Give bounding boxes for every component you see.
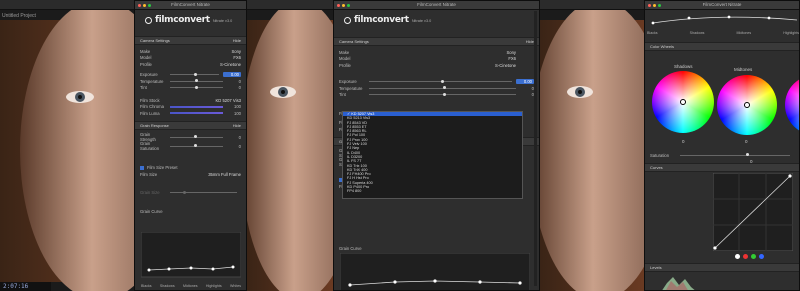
grain-curve-title: Grain Curve <box>140 208 163 214</box>
curve-channel-selector[interactable] <box>735 254 764 259</box>
camera-settings-header[interactable]: Camera Settings Hide <box>135 36 246 45</box>
channel-blue-icon <box>759 254 764 259</box>
midtones-wheel-handle[interactable] <box>744 102 750 108</box>
channel-green-icon <box>751 254 756 259</box>
wheel-label-midtones: Midtones <box>734 67 753 72</box>
app-logo: filmconvert Nitrate v3.0 <box>334 10 539 26</box>
filmconvert-logo-icon <box>344 17 351 24</box>
window-title: FilmConvert Nitrate <box>171 2 210 7</box>
checkbox-icon <box>140 165 144 170</box>
timecode-display: 2:07:16 <box>0 282 51 291</box>
highlights-color-wheel[interactable] <box>785 75 799 135</box>
model-row[interactable]: Model FX6 <box>135 55 246 62</box>
profile-row[interactable]: Profile S-Cinetone <box>135 61 246 68</box>
filmconvert-panel-left: FilmConvert Nitrate filmconvert Nitrate … <box>134 0 247 291</box>
grain-response-header[interactable]: Grain Response Hide <box>135 120 246 130</box>
grain-saturation-slider[interactable]: Grain Saturation 0 <box>135 141 246 151</box>
top-curve-graph[interactable] <box>649 11 799 29</box>
window-title: FilmConvert Nitrate <box>417 2 456 7</box>
filmconvert-logo-icon <box>145 17 152 24</box>
app-logo: filmconvert Nitrate v3.0 <box>135 10 246 26</box>
channel-master-icon <box>735 254 740 259</box>
window-title: FilmConvert Nitrate <box>702 2 742 7</box>
curve-axis-labels: Blacks Shadows Midtones Highlights Whites <box>141 284 241 288</box>
levels-header[interactable]: Levels <box>645 263 799 272</box>
grain-curve-graph[interactable] <box>340 253 530 291</box>
filmconvert-panel-right: FilmConvert Nitrate Blacks Shadows Midtone… <box>644 0 800 291</box>
wheel-label-shadows: Shadows <box>674 64 693 69</box>
make-row[interactable]: Make Sony <box>334 49 539 56</box>
window-controls[interactable] <box>337 3 350 7</box>
window-controls[interactable] <box>138 3 151 7</box>
project-title: Untitled Project <box>2 13 36 19</box>
curve-axis-labels: Blacks Shadows Midtones Highlights <box>647 31 799 35</box>
dropdown-option[interactable]: FP4 800 <box>343 189 522 193</box>
color-wheels-header[interactable]: Color Wheels <box>645 42 799 51</box>
saturation-slider[interactable]: Saturation <box>645 152 799 159</box>
film-size-select[interactable]: Film Size 35mm Full Frame <box>135 171 246 178</box>
levels-histogram <box>662 277 695 290</box>
grain-curve-graph[interactable] <box>141 232 241 284</box>
window-titlebar: FilmConvert Nitrate <box>334 1 539 10</box>
make-row[interactable]: Make Sony <box>135 48 246 55</box>
window-controls[interactable] <box>648 3 661 7</box>
rgb-curve-graph[interactable] <box>713 173 793 251</box>
panel-scrollbar[interactable] <box>534 11 537 286</box>
midtones-value: 0 <box>745 139 748 144</box>
film-stock-select[interactable]: Film Stock KD 5207 Vis3 <box>135 97 246 104</box>
window-titlebar: FilmConvert Nitrate <box>135 1 246 10</box>
curve-point[interactable] <box>147 268 151 272</box>
grain-curve-title: Grain Curve <box>339 246 362 251</box>
shadows-value: 0 <box>682 139 685 144</box>
film-stock-dropdown[interactable]: ✓ KD 5207 Vis3 KD 5213 Vis3 FJ 8543 VD FJ 8… <box>342 111 523 199</box>
curves-header[interactable]: Curves <box>645 163 799 172</box>
model-row[interactable]: Model FX6 <box>334 56 539 63</box>
channel-red-icon <box>743 254 748 259</box>
camera-settings-header[interactable]: Camera Settings Hide <box>334 37 539 46</box>
window-titlebar: FilmConvert Nitrate <box>645 1 799 10</box>
shadows-wheel-handle[interactable] <box>680 99 686 105</box>
profile-row[interactable]: Profile S-Cinetone <box>334 62 539 69</box>
